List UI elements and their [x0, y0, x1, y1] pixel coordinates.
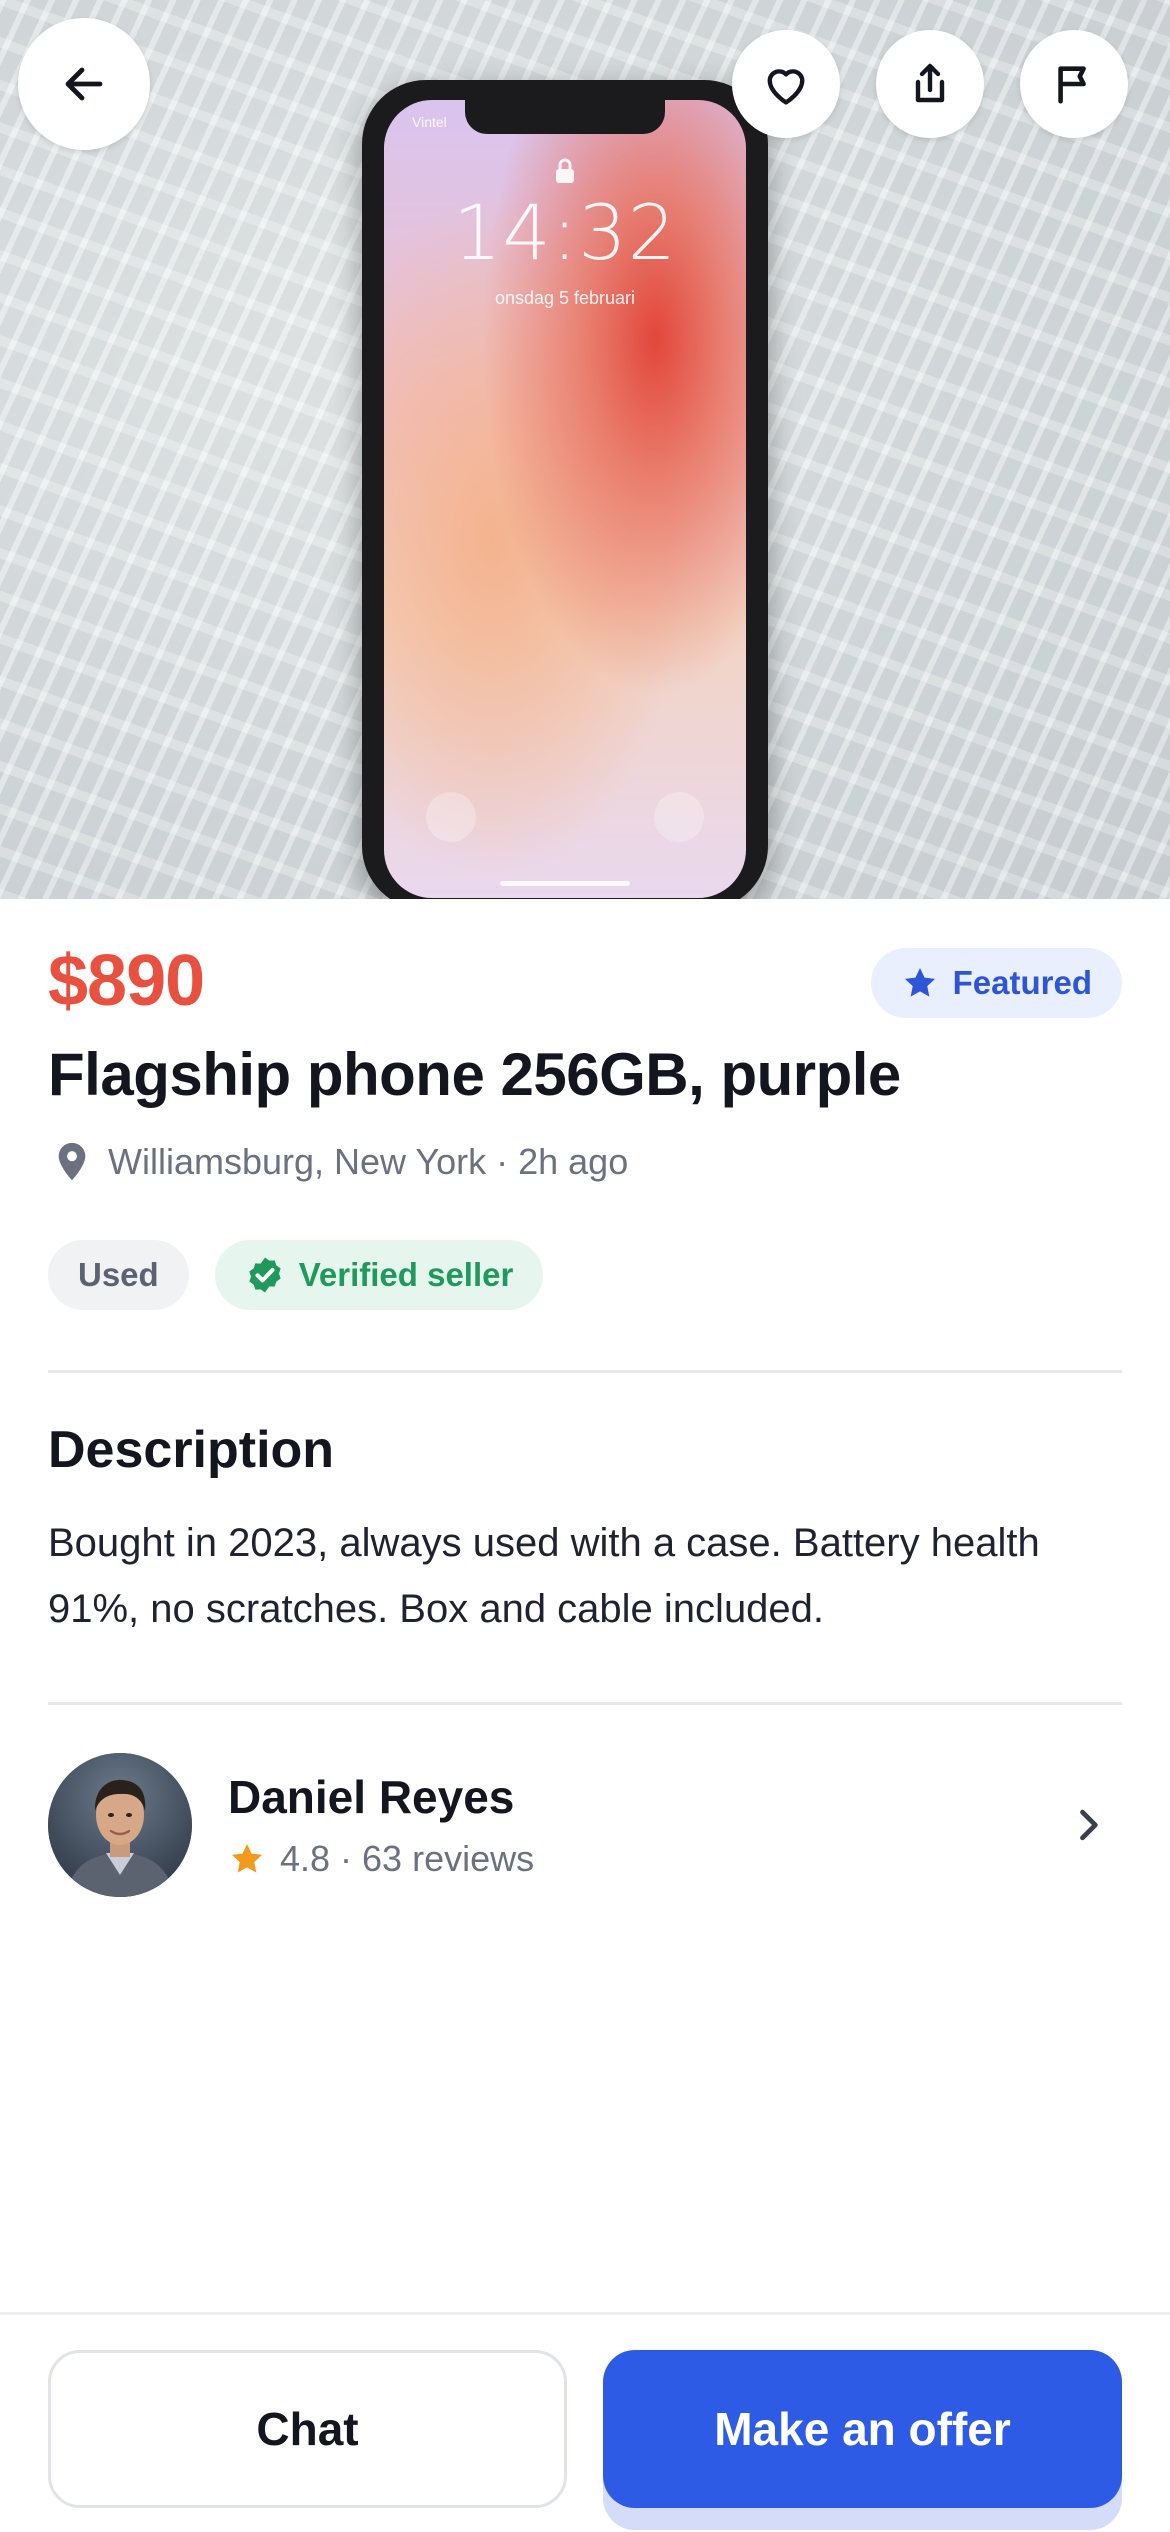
description-text: Bought in 2023, always used with a case.…	[48, 1521, 1040, 1631]
listing-chips: Used Verified seller	[48, 1240, 544, 1310]
chevron-right-icon	[1080, 1809, 1098, 1841]
chat-button[interactable]: Chat	[48, 2350, 567, 2508]
listing-title: Flagship phone 256GB, purple	[48, 1041, 901, 1108]
condition-chip: Used	[48, 1240, 189, 1310]
verified-seller-label: Verified seller	[298, 1256, 514, 1293]
listing-price: $890	[48, 941, 205, 1021]
listing-location: Williamsburg, New York · 2h ago	[52, 1140, 628, 1184]
make-offer-button[interactable]: Make an offer	[603, 2350, 1122, 2508]
phone-lock-screen: Vintel 14:32 onsdag 5 februari	[384, 100, 746, 898]
seller-name: Daniel Reyes	[228, 1771, 515, 1823]
phone-carrier-text: Vintel	[412, 114, 447, 130]
back-button[interactable]	[18, 18, 150, 150]
star-icon	[904, 967, 935, 997]
featured-badge: Featured	[870, 948, 1122, 1018]
verified-badge-icon	[249, 1257, 281, 1293]
report-button[interactable]	[1020, 30, 1128, 138]
arrow-left-icon	[65, 67, 103, 101]
featured-badge-label: Featured	[952, 964, 1092, 1001]
phone-notch	[465, 100, 665, 134]
map-pin-icon	[58, 1142, 86, 1181]
share-icon	[915, 63, 945, 103]
camera-icon	[654, 792, 704, 842]
flag-icon	[1058, 66, 1086, 104]
share-button[interactable]	[876, 30, 984, 138]
verified-seller-chip: Verified seller	[214, 1240, 544, 1310]
divider	[48, 1702, 1122, 1705]
seller-rating-text: 4.8 · 63 reviews	[280, 1838, 535, 1879]
seller-avatar	[48, 1753, 192, 1897]
listing-photo[interactable]: Vintel 14:32 onsdag 5 februari	[0, 0, 1170, 899]
flashlight-icon	[426, 792, 476, 842]
heart-icon	[767, 69, 805, 105]
seller-rating: 4.8 · 63 reviews	[228, 1838, 1066, 1880]
location-text: Williamsburg, New York · 2h ago	[108, 1141, 629, 1182]
description-heading: Description	[48, 1421, 335, 1479]
phone-clock: 14:32	[452, 188, 678, 277]
divider	[48, 1370, 1122, 1373]
home-indicator	[500, 881, 630, 886]
star-icon	[231, 1843, 263, 1873]
seller-card[interactable]: Daniel Reyes 4.8 · 63 reviews	[48, 1752, 1122, 1898]
phone-product-image: Vintel 14:32 onsdag 5 februari	[362, 80, 768, 899]
favorite-button[interactable]	[732, 30, 840, 138]
lock-icon	[556, 158, 574, 183]
phone-date: onsdag 5 februari	[494, 288, 636, 308]
